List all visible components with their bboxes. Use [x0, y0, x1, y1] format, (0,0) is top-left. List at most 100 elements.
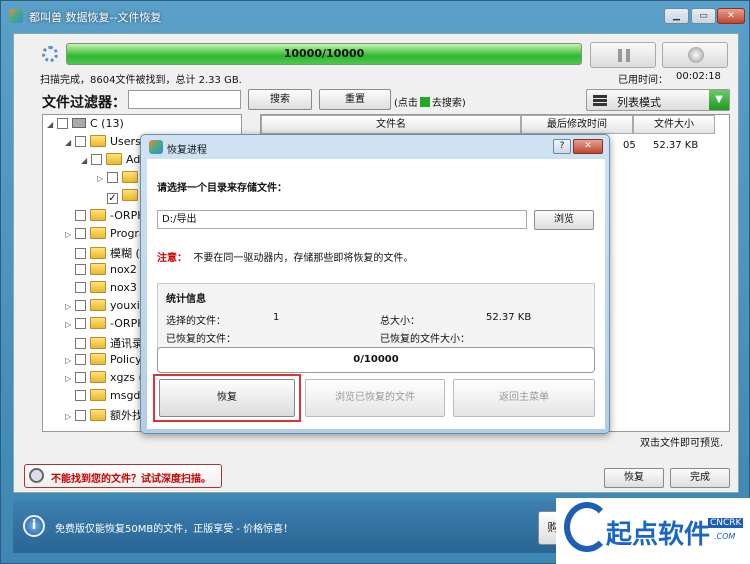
tree-item[interactable]: ▷ Policy ( — [65, 353, 149, 370]
close-button[interactable]: ✕ — [717, 8, 745, 24]
view-mode-label: 列表模式 — [617, 96, 661, 109]
tree-item[interactable]: ▷ 额外找 — [65, 407, 143, 424]
selected-files-label: 选择的文件： — [166, 316, 226, 327]
stop-icon — [688, 47, 704, 63]
back-main-menu-button[interactable]: 返回主菜单 — [453, 379, 595, 417]
app-logo-icon — [9, 9, 23, 23]
green-pause-icon — [419, 97, 430, 107]
search-hint: (点击 去搜索) — [394, 97, 466, 109]
scan-spinner-icon — [42, 46, 58, 62]
elapsed-value: 00:02:18 — [676, 71, 721, 82]
recovered-files-label: 已恢复的文件： — [166, 334, 236, 345]
folder-icon — [90, 337, 106, 349]
dialog-prompt: 请选择一个目录来存储文件： — [157, 183, 287, 194]
tree-item[interactable] — [97, 189, 142, 206]
filter-input[interactable] — [128, 90, 241, 109]
selected-files-value: 1 — [273, 312, 280, 323]
row-size: 52.37 KB — [653, 140, 699, 151]
pause-icon — [618, 49, 630, 62]
stop-button[interactable] — [662, 42, 728, 68]
recovery-dialog: 恢复进程 ? ✕ 请选择一个目录来存储文件： D:/导出 浏览 注意： 不要在同… — [140, 134, 610, 434]
maximize-button[interactable]: ▭ — [691, 8, 716, 24]
recovery-progress-bar: 0/10000 — [157, 347, 595, 373]
chevron-down-icon[interactable]: ▼ — [709, 90, 729, 110]
dialog-body: 请选择一个目录来存储文件： D:/导出 浏览 注意： 不要在同一驱动器内，存储那… — [147, 159, 605, 429]
tree-item[interactable]: msgdir — [65, 389, 148, 406]
tree-item[interactable]: ▷ -ORPH — [65, 317, 145, 334]
folder-icon — [90, 299, 106, 311]
folder-icon — [90, 227, 106, 239]
folder-icon — [122, 189, 138, 201]
folder-icon — [122, 171, 138, 183]
window-title: 都叫兽 数据恢复--文件恢复 — [29, 11, 162, 24]
column-header-size[interactable]: 文件大小 — [633, 115, 715, 134]
elapsed-label: 已用时间： — [618, 75, 668, 86]
stats-panel: 统计信息 选择的文件： 1 总大小： 52.37 KB 已恢复的文件： 已恢复的… — [157, 283, 595, 353]
promo-message: 免费版仅能恢复50MB的文件，正版享受 - 价格惊喜！ — [55, 524, 294, 535]
tree-item[interactable]: 模糊 (8 — [65, 245, 147, 262]
list-icon — [593, 95, 607, 106]
recover-button[interactable]: 恢复 — [604, 468, 664, 488]
dialog-recover-button[interactable]: 恢复 — [159, 379, 295, 417]
tree-item[interactable]: ▷ — [97, 171, 142, 188]
title-bar: 都叫兽 数据恢复--文件恢复 ▁ ▭ ✕ — [1, 1, 750, 31]
dialog-title: 恢复进程 — [167, 145, 207, 156]
folder-icon — [90, 353, 106, 365]
tree-item[interactable]: nox3 ( — [65, 281, 145, 298]
dialog-note: 注意： 不要在同一驱动器内，存储那些即将恢复的文件。 — [157, 253, 414, 264]
folder-icon — [90, 263, 106, 275]
tree-item[interactable]: 通讯录 — [65, 335, 143, 352]
tree-item[interactable]: ◢ Adr — [81, 153, 145, 170]
info-icon: i — [23, 515, 45, 537]
recovered-size-label: 已恢复的文件大小： — [380, 334, 470, 345]
help-button[interactable]: ? — [553, 139, 571, 154]
logo-text: 起点软件 — [606, 520, 711, 550]
folder-icon — [90, 409, 106, 421]
folder-icon — [90, 371, 106, 383]
scan-progress-text: 10000/10000 — [283, 47, 365, 60]
dialog-app-icon — [149, 140, 163, 154]
minimize-button[interactable]: ▁ — [664, 8, 689, 24]
done-button[interactable]: 完成 — [670, 468, 730, 488]
dialog-close-button[interactable]: ✕ — [573, 139, 603, 154]
reset-button[interactable]: 重置 — [319, 89, 391, 110]
tree-item[interactable]: nox2 ( — [65, 263, 145, 280]
folder-icon — [90, 247, 106, 259]
total-size-label: 总大小： — [380, 316, 420, 327]
deep-scan-button[interactable]: 不能找到您的文件？试试深度扫描。 — [24, 464, 222, 488]
logo-com: .COM — [714, 532, 736, 541]
preview-hint: 双击文件即可预览. — [640, 438, 724, 449]
tree-item[interactable]: -ORPH — [65, 209, 145, 226]
tree-item-root[interactable]: ◢ C (13) — [47, 117, 124, 134]
logo-cn: CNCRK — [708, 518, 744, 528]
column-header-modified[interactable]: 最后修改时间 — [521, 115, 633, 134]
tree-item[interactable]: ▷ xgzs ( — [65, 371, 143, 388]
deep-scan-label: 不能找到您的文件？试试深度扫描。 — [51, 474, 211, 485]
drive-icon — [72, 118, 86, 128]
view-mode-dropdown[interactable]: 列表模式 ▼ — [586, 89, 730, 111]
tree-item[interactable]: ▷ youxin — [65, 299, 147, 316]
folder-icon — [90, 389, 106, 401]
search-button[interactable]: 搜索 — [248, 89, 312, 110]
pause-button[interactable] — [590, 42, 656, 68]
folder-icon — [90, 317, 106, 329]
tree-item[interactable]: ◢ Users — [65, 135, 141, 152]
browse-recovered-button[interactable]: 浏览已恢复的文件 — [305, 379, 445, 417]
folder-icon — [90, 209, 106, 221]
scan-status: 扫描完成，8604文件被找到，总计 2.33 GB. — [40, 75, 242, 86]
output-path-input[interactable]: D:/导出 — [157, 210, 527, 229]
browse-button[interactable]: 浏览 — [534, 210, 594, 230]
total-size-value: 52.37 KB — [486, 312, 532, 323]
stats-header: 统计信息 — [166, 294, 206, 305]
watermark-logo: 起点软件 CNCRK .COM — [556, 498, 750, 564]
folder-icon — [90, 135, 106, 147]
folder-icon — [90, 281, 106, 293]
magnifier-icon — [29, 468, 44, 483]
row-time: 05 — [623, 140, 636, 151]
tree-item[interactable]: ▷ Progra — [65, 227, 146, 244]
folder-icon — [106, 153, 122, 165]
column-header-name[interactable]: 文件名 — [261, 115, 521, 134]
scan-progress-bar: 10000/10000 — [66, 43, 582, 65]
logo-g-icon — [564, 502, 610, 552]
filter-label: 文件过滤器： — [42, 95, 126, 111]
